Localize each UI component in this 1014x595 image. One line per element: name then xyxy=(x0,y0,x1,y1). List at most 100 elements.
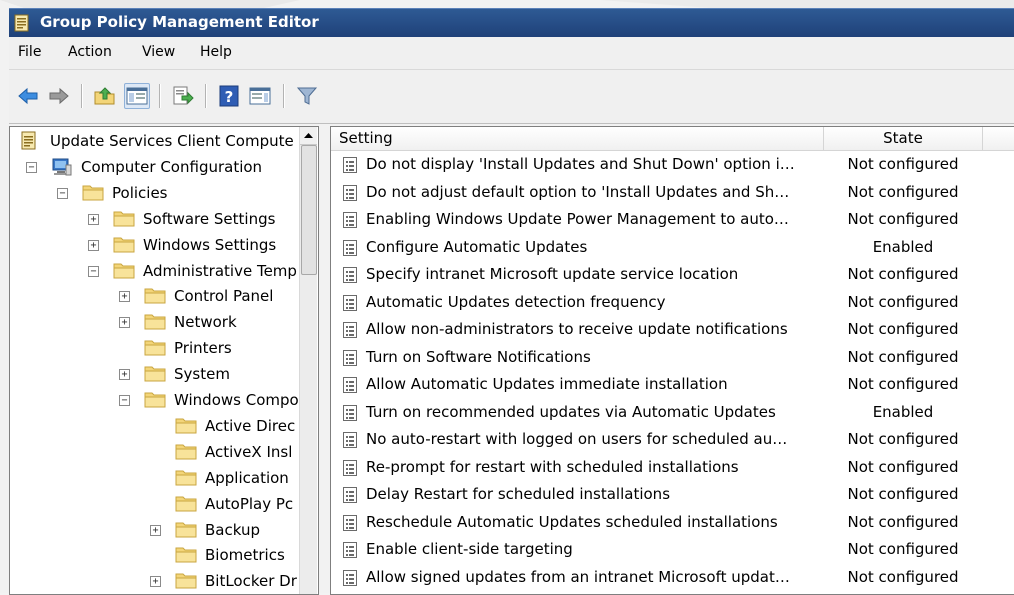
filter-button[interactable] xyxy=(295,84,319,108)
setting-name: Reschedule Automatic Updates scheduled i… xyxy=(366,512,778,531)
tree-expander[interactable]: + xyxy=(119,291,130,303)
tree-vertical-scrollbar[interactable] xyxy=(299,127,317,594)
scroll-thumb[interactable] xyxy=(301,145,317,275)
tree-item[interactable]: ActiveX Insl xyxy=(10,441,298,465)
menu-help[interactable]: Help xyxy=(200,44,232,60)
table-row[interactable]: Allow signed updates from an intranet Mi… xyxy=(331,564,1014,591)
setting-state: Not configured xyxy=(847,457,959,476)
table-row[interactable]: Enable client-side targeting Not configu… xyxy=(331,536,1014,563)
tree-item[interactable]: Active Direc xyxy=(10,415,298,439)
console-tree[interactable]: Update Services Client Compute − Compute… xyxy=(9,126,319,595)
table-row[interactable]: Allow non-administrators to receive upda… xyxy=(331,316,1014,343)
policy-setting-icon xyxy=(343,487,357,503)
tree-item[interactable]: + Windows Settings xyxy=(10,234,298,258)
table-row[interactable]: Do not display 'Install Updates and Shut… xyxy=(331,151,1014,178)
tree-item[interactable]: − Computer Configuration xyxy=(10,156,298,180)
gpme-window: Group Policy Management Editor File Acti… xyxy=(9,8,1014,595)
menu-action[interactable]: Action xyxy=(68,44,112,60)
folder-icon xyxy=(113,261,135,283)
policy-setting-icon xyxy=(343,212,357,228)
policy-setting-icon xyxy=(343,514,357,531)
table-row[interactable]: Turn on recommended updates via Automati… xyxy=(331,399,1014,426)
setting-state: Not configured xyxy=(847,182,959,201)
tree-expander[interactable]: + xyxy=(88,239,99,251)
policy-setting-icon xyxy=(343,294,357,311)
help-button[interactable]: ? xyxy=(217,84,241,108)
policy-object-icon xyxy=(20,131,38,155)
tree-item-label: Software Settings xyxy=(143,209,276,228)
setting-name: Allow Automatic Updates immediate instal… xyxy=(366,375,728,393)
table-row[interactable]: Turn on Software Notifications Not confi… xyxy=(331,344,1014,371)
tree-item-label: Network xyxy=(174,313,237,332)
up-one-level-button[interactable] xyxy=(93,84,117,108)
setting-state: Not configured xyxy=(847,210,959,228)
table-row[interactable]: Delay Restart for scheduled installation… xyxy=(331,481,1014,508)
tree-expander[interactable]: − xyxy=(88,265,99,277)
table-row[interactable]: Allow Automatic Updates immediate instal… xyxy=(331,371,1014,398)
menu-file[interactable]: File xyxy=(18,44,41,60)
tree-item[interactable]: Printers xyxy=(10,337,298,361)
policy-setting-icon xyxy=(343,459,357,476)
tree-item[interactable]: Biometrics xyxy=(10,544,298,568)
tree-expander[interactable]: − xyxy=(57,187,68,199)
setting-state: Not configured xyxy=(847,430,959,448)
scroll-up-button[interactable] xyxy=(300,127,317,145)
tree-item[interactable]: − Windows Compo xyxy=(10,389,298,413)
column-header-comment[interactable] xyxy=(983,127,1014,151)
setting-state: Not configured xyxy=(847,485,959,503)
tree-item[interactable]: Update Services Client Compute xyxy=(10,130,298,154)
table-row[interactable]: Do not adjust default option to 'Install… xyxy=(331,179,1014,206)
tree-expander[interactable]: + xyxy=(150,576,161,588)
setting-state: Not configured xyxy=(847,567,959,586)
show-hide-tree-button[interactable] xyxy=(124,83,150,109)
table-row[interactable]: Configure Automatic Updates Enabled xyxy=(331,234,1014,261)
tree-expander[interactable]: + xyxy=(88,213,99,225)
table-row[interactable]: No auto-restart with logged on users for… xyxy=(331,426,1014,453)
column-header-setting[interactable]: Setting xyxy=(331,127,824,151)
folder-icon xyxy=(113,235,135,257)
svg-text:?: ? xyxy=(225,88,234,106)
folder-icon xyxy=(144,312,166,334)
policy-setting-icon xyxy=(343,184,357,201)
tree-expander[interactable]: + xyxy=(119,369,130,381)
tree-item-label: System xyxy=(174,365,230,384)
toolbar-separator xyxy=(205,84,207,108)
folder-icon xyxy=(144,364,166,386)
tree-item-label: Windows Settings xyxy=(143,235,277,254)
folder-icon xyxy=(144,390,166,412)
forward-button[interactable] xyxy=(47,84,71,108)
policy-setting-icon xyxy=(343,322,357,338)
scroll-up-arrow-icon xyxy=(304,133,313,138)
menu-view[interactable]: View xyxy=(142,44,175,60)
table-row[interactable]: Re-prompt for restart with scheduled ins… xyxy=(331,454,1014,481)
settings-list[interactable]: Setting State Do not display 'Install Up… xyxy=(330,126,1014,595)
table-row[interactable]: Specify intranet Microsoft update servic… xyxy=(331,261,1014,288)
table-row[interactable]: Automatic Updates detection frequency No… xyxy=(331,289,1014,316)
tree-item[interactable]: + Software Settings xyxy=(10,208,298,232)
table-row[interactable]: Reschedule Automatic Updates scheduled i… xyxy=(331,509,1014,536)
policy-editor-icon xyxy=(14,14,29,32)
tree-expander[interactable]: − xyxy=(119,395,130,406)
tree-expander[interactable]: + xyxy=(119,317,130,329)
tree-item[interactable]: + System xyxy=(10,363,298,387)
tree-expander[interactable]: − xyxy=(26,161,37,173)
tree-item[interactable]: AutoPlay Pc xyxy=(10,493,298,517)
help-icon: ? xyxy=(219,85,239,107)
tree-item[interactable]: + Control Panel xyxy=(10,285,298,309)
tree-viewport: Update Services Client Compute − Compute… xyxy=(10,127,298,594)
tree-expander[interactable]: + xyxy=(150,524,161,536)
export-list-button[interactable] xyxy=(171,84,195,108)
tree-item[interactable]: + Network xyxy=(10,311,298,335)
tree-item[interactable]: + Backup xyxy=(10,519,298,543)
folder-icon xyxy=(175,545,197,567)
tree-item[interactable]: + BitLocker Dr xyxy=(10,570,298,594)
tree-item[interactable]: Application xyxy=(10,467,298,491)
tree-item[interactable]: − Administrative Temp xyxy=(10,260,298,284)
table-row[interactable]: Enabling Windows Update Power Management… xyxy=(331,206,1014,233)
properties-pane-icon xyxy=(249,87,271,105)
show-action-pane-button[interactable] xyxy=(248,84,272,108)
column-header-state[interactable]: State xyxy=(824,127,983,151)
title-bar[interactable]: Group Policy Management Editor xyxy=(9,8,1014,37)
tree-item[interactable]: − Policies xyxy=(10,182,298,206)
back-button[interactable] xyxy=(16,84,40,108)
